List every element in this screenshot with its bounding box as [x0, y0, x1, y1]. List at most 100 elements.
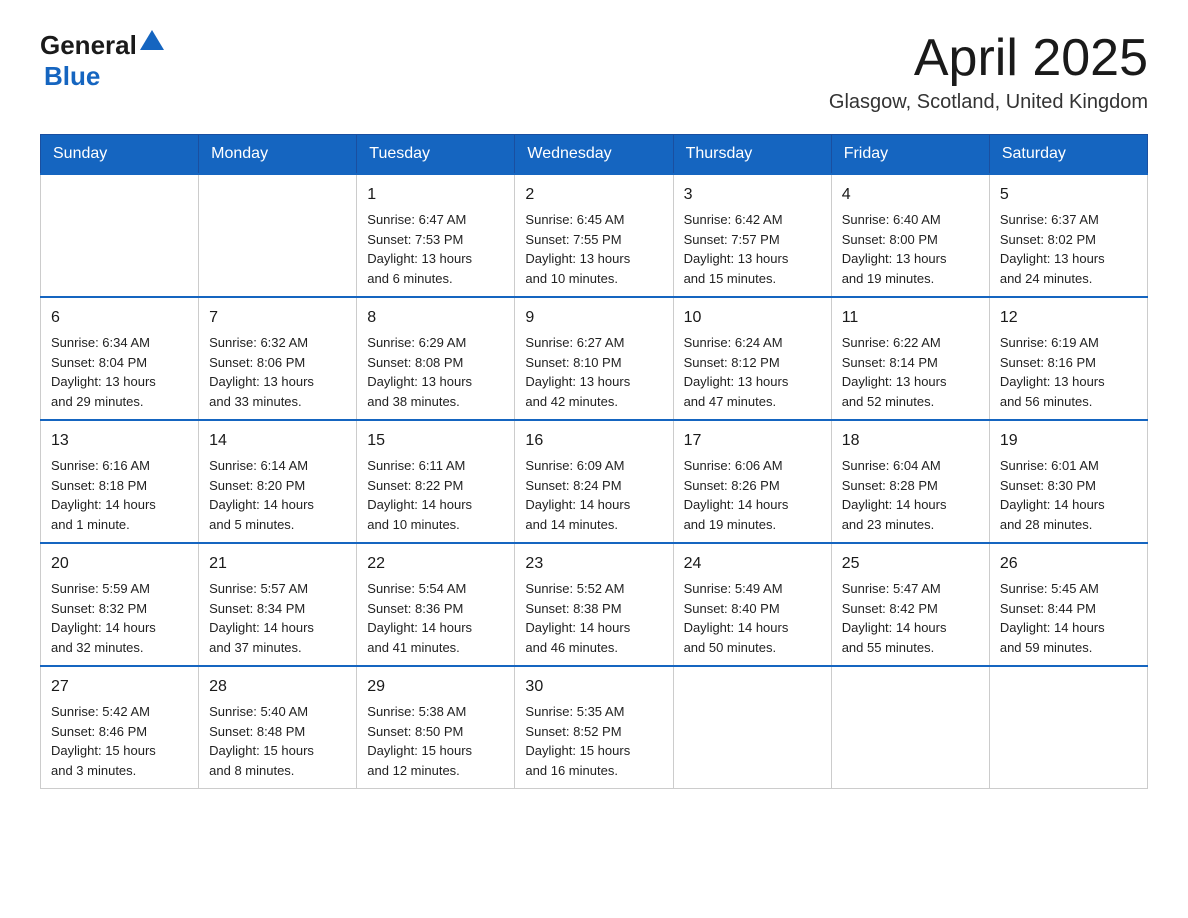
day-info: Sunrise: 6:37 AM Sunset: 8:02 PM Dayligh… — [1000, 210, 1137, 288]
header-monday: Monday — [199, 135, 357, 175]
day-number: 28 — [209, 675, 346, 699]
weekday-header-row: Sunday Monday Tuesday Wednesday Thursday… — [41, 135, 1148, 175]
day-number: 30 — [525, 675, 662, 699]
day-info: Sunrise: 6:42 AM Sunset: 7:57 PM Dayligh… — [684, 210, 821, 288]
day-number: 19 — [1000, 429, 1137, 453]
day-info: Sunrise: 6:32 AM Sunset: 8:06 PM Dayligh… — [209, 333, 346, 411]
table-row: 27 Sunrise: 5:42 AM Sunset: 8:46 PM Dayli… — [41, 666, 199, 789]
day-info: Sunrise: 6:01 AM Sunset: 8:30 PM Dayligh… — [1000, 456, 1137, 534]
day-info: Sunrise: 6:34 AM Sunset: 8:04 PM Dayligh… — [51, 333, 188, 411]
table-row: 28 Sunrise: 5:40 AM Sunset: 8:48 PM Dayli… — [199, 666, 357, 789]
logo: General Blue — [40, 30, 164, 92]
day-info: Sunrise: 5:38 AM Sunset: 8:50 PM Dayligh… — [367, 702, 504, 780]
calendar-week-row: 13 Sunrise: 6:16 AM Sunset: 8:18 PM Dayli… — [41, 420, 1148, 543]
calendar-week-row: 20 Sunrise: 5:59 AM Sunset: 8:32 PM Dayli… — [41, 543, 1148, 666]
day-number: 4 — [842, 183, 979, 207]
table-row: 23Sunrise: 5:52 AM Sunset: 8:38 PM Dayli… — [515, 543, 673, 666]
day-info: Sunrise: 5:47 AM Sunset: 8:42 PM Dayligh… — [842, 579, 979, 657]
table-row — [199, 174, 357, 297]
day-number: 12 — [1000, 306, 1137, 330]
day-number: 5 — [1000, 183, 1137, 207]
day-number: 26 — [1000, 552, 1137, 576]
table-row: 9 Sunrise: 6:27 AM Sunset: 8:10 PM Daylig… — [515, 297, 673, 420]
day-number: 18 — [842, 429, 979, 453]
day-number: 15 — [367, 429, 504, 453]
day-number: 21 — [209, 552, 346, 576]
day-info: Sunrise: 6:45 AM Sunset: 7:55 PM Dayligh… — [525, 210, 662, 288]
table-row: 29Sunrise: 5:38 AM Sunset: 8:50 PM Dayli… — [357, 666, 515, 789]
table-row: 1 Sunrise: 6:47 AM Sunset: 7:53 PM Daylig… — [357, 174, 515, 297]
day-number: 7 — [209, 306, 346, 330]
header-sunday: Sunday — [41, 135, 199, 175]
day-number: 9 — [525, 306, 662, 330]
day-info: Sunrise: 5:42 AM Sunset: 8:46 PM Dayligh… — [51, 702, 188, 780]
day-number: 13 — [51, 429, 188, 453]
day-info: Sunrise: 6:29 AM Sunset: 8:08 PM Dayligh… — [367, 333, 504, 411]
calendar-week-row: 6Sunrise: 6:34 AM Sunset: 8:04 PM Daylig… — [41, 297, 1148, 420]
day-number: 8 — [367, 306, 504, 330]
table-row: 7 Sunrise: 6:32 AM Sunset: 8:06 PM Daylig… — [199, 297, 357, 420]
header-thursday: Thursday — [673, 135, 831, 175]
table-row: 17Sunrise: 6:06 AM Sunset: 8:26 PM Dayli… — [673, 420, 831, 543]
table-row: 24Sunrise: 5:49 AM Sunset: 8:40 PM Dayli… — [673, 543, 831, 666]
table-row: 11 Sunrise: 6:22 AM Sunset: 8:14 PM Dayli… — [831, 297, 989, 420]
day-info: Sunrise: 6:24 AM Sunset: 8:12 PM Dayligh… — [684, 333, 821, 411]
day-info: Sunrise: 5:54 AM Sunset: 8:36 PM Dayligh… — [367, 579, 504, 657]
table-row: 6Sunrise: 6:34 AM Sunset: 8:04 PM Daylig… — [41, 297, 199, 420]
day-info: Sunrise: 6:09 AM Sunset: 8:24 PM Dayligh… — [525, 456, 662, 534]
logo-triangle-icon — [140, 30, 164, 50]
header-saturday: Saturday — [989, 135, 1147, 175]
table-row: 15 Sunrise: 6:11 AM Sunset: 8:22 PM Dayli… — [357, 420, 515, 543]
day-info: Sunrise: 6:22 AM Sunset: 8:14 PM Dayligh… — [842, 333, 979, 411]
table-row: 8 Sunrise: 6:29 AM Sunset: 8:08 PM Daylig… — [357, 297, 515, 420]
logo-general: General — [40, 30, 137, 61]
table-row: 14 Sunrise: 6:14 AM Sunset: 8:20 PM Dayli… — [199, 420, 357, 543]
table-row: 10Sunrise: 6:24 AM Sunset: 8:12 PM Dayli… — [673, 297, 831, 420]
day-info: Sunrise: 5:40 AM Sunset: 8:48 PM Dayligh… — [209, 702, 346, 780]
day-info: Sunrise: 5:59 AM Sunset: 8:32 PM Dayligh… — [51, 579, 188, 657]
table-row — [989, 666, 1147, 789]
day-info: Sunrise: 5:45 AM Sunset: 8:44 PM Dayligh… — [1000, 579, 1137, 657]
day-info: Sunrise: 6:11 AM Sunset: 8:22 PM Dayligh… — [367, 456, 504, 534]
header-friday: Friday — [831, 135, 989, 175]
day-number: 27 — [51, 675, 188, 699]
page-header: General Blue April 2025 Glasgow, Scotlan… — [40, 30, 1148, 114]
location-subtitle: Glasgow, Scotland, United Kingdom — [829, 91, 1148, 114]
day-info: Sunrise: 6:47 AM Sunset: 7:53 PM Dayligh… — [367, 210, 504, 288]
header-tuesday: Tuesday — [357, 135, 515, 175]
table-row: 3 Sunrise: 6:42 AM Sunset: 7:57 PM Daylig… — [673, 174, 831, 297]
calendar-table: Sunday Monday Tuesday Wednesday Thursday… — [40, 134, 1148, 789]
month-title: April 2025 — [829, 30, 1148, 87]
day-number: 1 — [367, 183, 504, 207]
day-number: 16 — [525, 429, 662, 453]
table-row: 21 Sunrise: 5:57 AM Sunset: 8:34 PM Dayli… — [199, 543, 357, 666]
table-row — [41, 174, 199, 297]
calendar-week-row: 27 Sunrise: 5:42 AM Sunset: 8:46 PM Dayli… — [41, 666, 1148, 789]
day-number: 20 — [51, 552, 188, 576]
day-info: Sunrise: 6:27 AM Sunset: 8:10 PM Dayligh… — [525, 333, 662, 411]
day-info: Sunrise: 6:14 AM Sunset: 8:20 PM Dayligh… — [209, 456, 346, 534]
table-row: 2Sunrise: 6:45 AM Sunset: 7:55 PM Daylig… — [515, 174, 673, 297]
day-number: 24 — [684, 552, 821, 576]
day-info: Sunrise: 5:35 AM Sunset: 8:52 PM Dayligh… — [525, 702, 662, 780]
header-wednesday: Wednesday — [515, 135, 673, 175]
logo-blue: Blue — [44, 61, 100, 91]
day-number: 22 — [367, 552, 504, 576]
table-row: 12Sunrise: 6:19 AM Sunset: 8:16 PM Dayli… — [989, 297, 1147, 420]
table-row: 13 Sunrise: 6:16 AM Sunset: 8:18 PM Dayli… — [41, 420, 199, 543]
table-row: 4Sunrise: 6:40 AM Sunset: 8:00 PM Daylig… — [831, 174, 989, 297]
day-number: 14 — [209, 429, 346, 453]
table-row: 26 Sunrise: 5:45 AM Sunset: 8:44 PM Dayli… — [989, 543, 1147, 666]
table-row: 22 Sunrise: 5:54 AM Sunset: 8:36 PM Dayli… — [357, 543, 515, 666]
table-row: 16 Sunrise: 6:09 AM Sunset: 8:24 PM Dayli… — [515, 420, 673, 543]
title-block: April 2025 Glasgow, Scotland, United Kin… — [829, 30, 1148, 114]
table-row: 5 Sunrise: 6:37 AM Sunset: 8:02 PM Daylig… — [989, 174, 1147, 297]
day-number: 11 — [842, 306, 979, 330]
day-info: Sunrise: 6:16 AM Sunset: 8:18 PM Dayligh… — [51, 456, 188, 534]
day-info: Sunrise: 5:57 AM Sunset: 8:34 PM Dayligh… — [209, 579, 346, 657]
table-row: 20 Sunrise: 5:59 AM Sunset: 8:32 PM Dayli… — [41, 543, 199, 666]
table-row: 30 Sunrise: 5:35 AM Sunset: 8:52 PM Dayli… — [515, 666, 673, 789]
day-info: Sunrise: 5:52 AM Sunset: 8:38 PM Dayligh… — [525, 579, 662, 657]
table-row — [831, 666, 989, 789]
day-number: 3 — [684, 183, 821, 207]
